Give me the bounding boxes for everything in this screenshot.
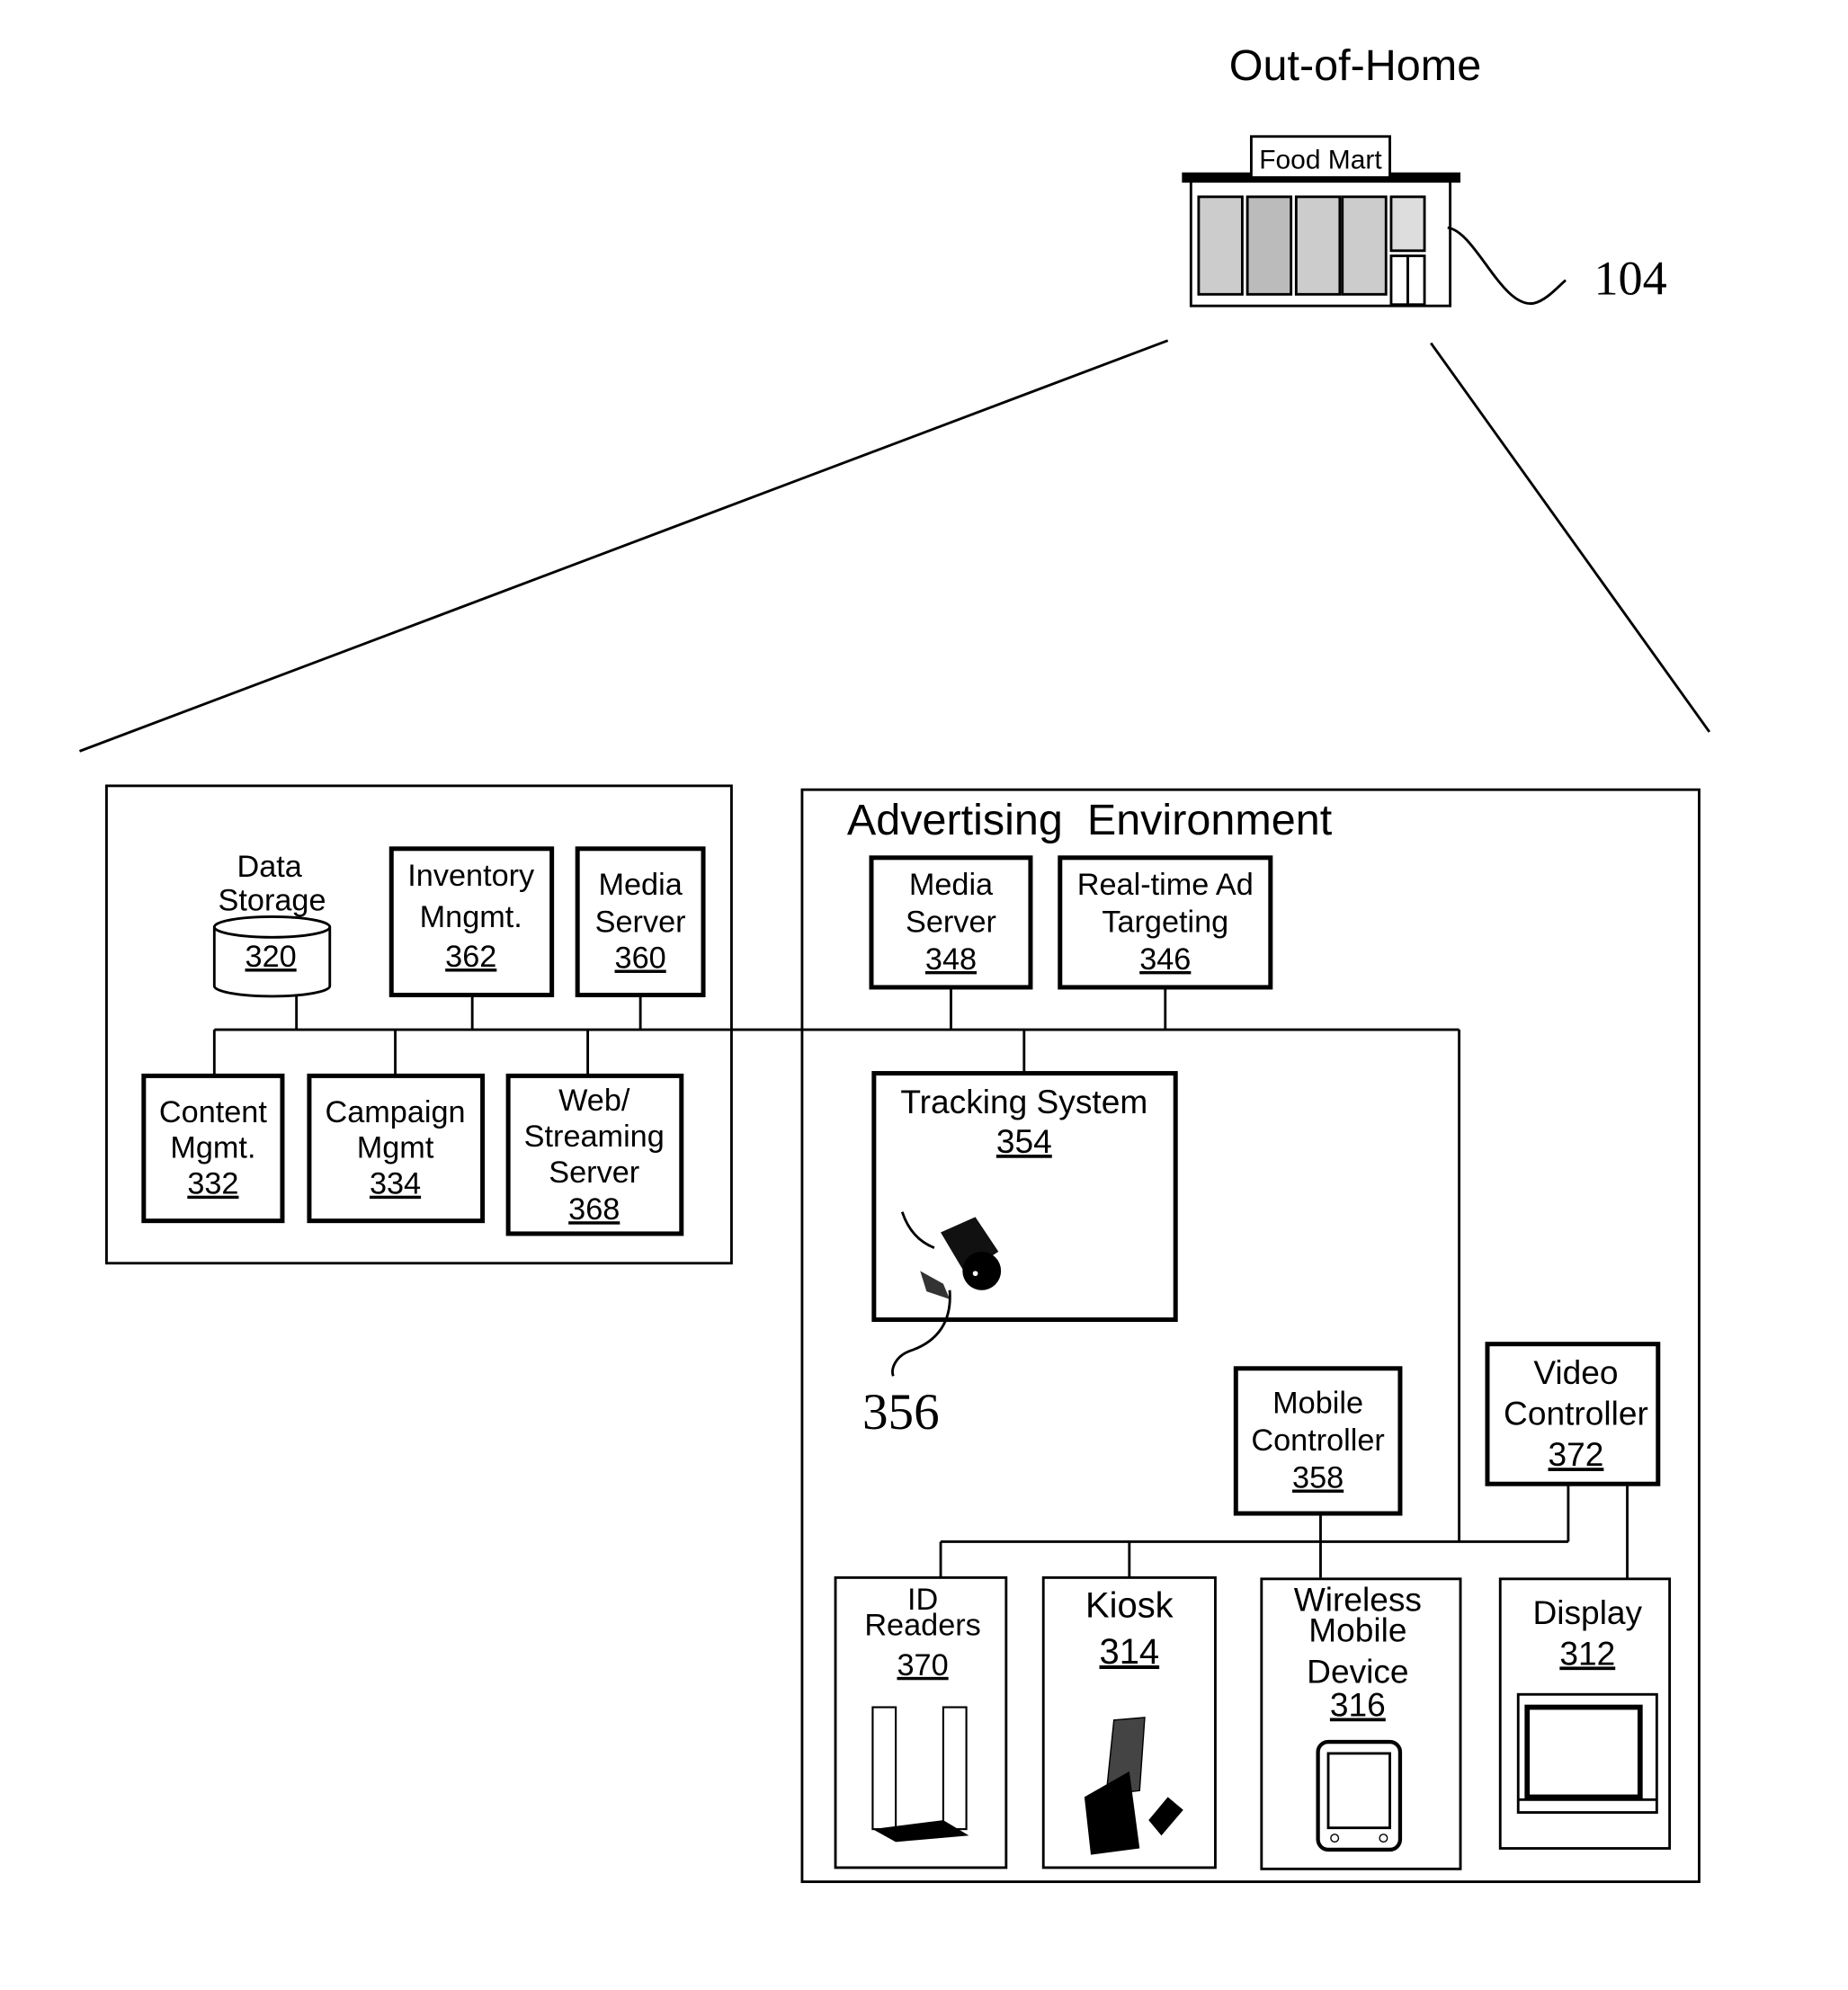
wireless-label: Device bbox=[1307, 1652, 1408, 1690]
content-number: 332 bbox=[187, 1167, 238, 1201]
inventory-mgmt-node[interactable]: Inventory Mngmt. 362 bbox=[388, 846, 555, 997]
display-label: Display bbox=[1532, 1593, 1642, 1631]
kiosk-number: 314 bbox=[1100, 1632, 1160, 1672]
data-storage-label: Storage bbox=[219, 883, 326, 917]
media-server-348-node[interactable]: Media Server 348 bbox=[869, 855, 1033, 990]
media-server-number: 348 bbox=[925, 942, 977, 977]
campaign-label: Campaign bbox=[325, 1095, 465, 1129]
wireless-label: Mobile bbox=[1308, 1611, 1406, 1649]
video-controller-label: Controller bbox=[1504, 1395, 1648, 1432]
campaign-mgmt-node[interactable]: Campaign Mgmt 334 bbox=[307, 1073, 486, 1224]
media-server-number: 360 bbox=[615, 941, 666, 976]
content-label: Content bbox=[159, 1095, 267, 1129]
video-controller-number: 372 bbox=[1549, 1435, 1604, 1473]
inventory-label: Mngmt. bbox=[420, 900, 522, 934]
real-time-ad-targeting-node[interactable]: Real-time Ad Targeting 346 bbox=[1058, 855, 1273, 990]
pda-icon bbox=[1316, 1739, 1403, 1852]
zoom-line-right bbox=[1430, 342, 1711, 733]
advertising-environment-title: Advertising Environment bbox=[847, 796, 1333, 844]
camera-ref-number: 356 bbox=[862, 1384, 940, 1441]
content-label: Mgmt. bbox=[170, 1131, 255, 1165]
media-server-label: Server bbox=[906, 906, 996, 940]
media-server-label: Media bbox=[598, 868, 683, 902]
tracking-label: Tracking System bbox=[900, 1083, 1147, 1120]
content-mgmt-node[interactable]: Content Mgmt. 332 bbox=[141, 1073, 285, 1224]
data-storage-node[interactable]: Data Storage 320 bbox=[212, 850, 332, 998]
inventory-label: Inventory bbox=[407, 859, 535, 893]
display-node[interactable]: Display 312 bbox=[1498, 1577, 1672, 1850]
store-sign: Food Mart bbox=[1259, 145, 1382, 174]
media-server-label: Server bbox=[595, 906, 686, 940]
campaign-number: 334 bbox=[370, 1167, 421, 1201]
kiosk-label: Kiosk bbox=[1085, 1586, 1174, 1626]
data-storage-number: 320 bbox=[246, 940, 297, 974]
rfid-gate-icon bbox=[871, 1706, 969, 1843]
wireless-number: 316 bbox=[1330, 1686, 1386, 1724]
monitor-icon bbox=[1516, 1692, 1658, 1814]
id-readers-label: Readers bbox=[864, 1609, 980, 1643]
wireless-mobile-device-node[interactable]: Wireless Mobile Device 316 bbox=[1260, 1577, 1462, 1870]
web-streaming-server-node[interactable]: Web/ Streaming Server 368 bbox=[505, 1073, 684, 1236]
mobile-controller-label: Controller bbox=[1251, 1423, 1384, 1458]
store-ref-number: 104 bbox=[1594, 251, 1666, 305]
media-server-label: Media bbox=[909, 868, 994, 902]
data-storage-label: Data bbox=[237, 850, 303, 884]
tracking-system-node[interactable]: Tracking System 354 bbox=[871, 1071, 1178, 1323]
targeting-label: Targeting bbox=[1102, 906, 1228, 940]
media-server-360-node[interactable]: Media Server 360 bbox=[575, 846, 706, 997]
web-streaming-number: 368 bbox=[568, 1192, 620, 1227]
video-controller-node[interactable]: Video Controller 372 bbox=[1485, 1342, 1661, 1486]
tracking-number: 354 bbox=[996, 1122, 1052, 1160]
web-streaming-label: Web/ bbox=[558, 1084, 630, 1118]
id-readers-node[interactable]: ID Readers 370 bbox=[834, 1575, 1008, 1870]
targeting-number: 346 bbox=[1139, 942, 1191, 977]
video-controller-label: Video bbox=[1533, 1353, 1618, 1391]
display-number: 312 bbox=[1559, 1634, 1615, 1672]
id-readers-number: 370 bbox=[897, 1648, 948, 1682]
campaign-label: Mgmt bbox=[357, 1131, 434, 1165]
diagram: Out-of-Home Food Mart 104 Data Storage 3… bbox=[78, 41, 1711, 1884]
targeting-label: Real-time Ad bbox=[1077, 868, 1254, 902]
out-of-home-title: Out-of-Home bbox=[1229, 41, 1481, 90]
zoom-line-left bbox=[78, 339, 1169, 753]
mobile-controller-label: Mobile bbox=[1272, 1387, 1363, 1421]
mobile-controller-node[interactable]: Mobile Controller 358 bbox=[1233, 1366, 1403, 1516]
store-icon: Food Mart bbox=[1182, 135, 1461, 308]
database-icon bbox=[212, 915, 332, 939]
mobile-controller-number: 358 bbox=[1292, 1461, 1344, 1495]
inventory-number: 362 bbox=[445, 940, 496, 974]
store-leader-line bbox=[1447, 226, 1567, 305]
web-streaming-label: Streaming bbox=[524, 1120, 665, 1154]
kiosk-icon bbox=[1084, 1717, 1183, 1855]
web-streaming-label: Server bbox=[549, 1156, 639, 1190]
kiosk-node[interactable]: Kiosk 314 bbox=[1041, 1575, 1217, 1870]
